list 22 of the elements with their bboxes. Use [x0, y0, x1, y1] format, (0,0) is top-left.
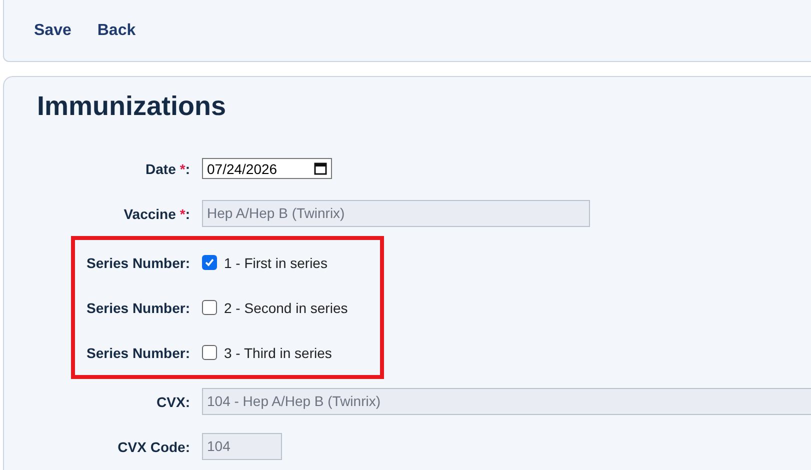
- checkbox-label[interactable]: 2 - Second in series: [224, 300, 348, 316]
- toolbar-button[interactable]: Save: [26, 18, 80, 44]
- checkbox[interactable]: [202, 255, 217, 270]
- checkmark-icon: [204, 257, 215, 268]
- checkbox[interactable]: [202, 345, 217, 360]
- checkbox[interactable]: [202, 300, 217, 315]
- field-label: Vaccine *:: [122, 206, 191, 222]
- field-label: Series Number:: [86, 254, 191, 270]
- page-title: Immunizations: [37, 91, 228, 122]
- toolbar-button[interactable]: Back: [89, 18, 144, 44]
- calendar-icon: [314, 162, 327, 175]
- checkbox-label[interactable]: 3 - Third in series: [224, 344, 332, 360]
- field-label: Series Number:: [86, 300, 191, 316]
- field-label: Date *:: [144, 160, 191, 176]
- text-field[interactable]: Hep A/Hep B (Twinrix): [202, 200, 590, 227]
- field-label: CVX Code:: [116, 438, 191, 454]
- text-field[interactable]: 104 - Hep A/Hep B (Twinrix): [202, 388, 811, 415]
- date-field[interactable]: 07/24/2026: [202, 158, 332, 179]
- field-label: Series Number:: [86, 344, 191, 360]
- checkbox-label[interactable]: 1 - First in series: [224, 254, 328, 270]
- text-field[interactable]: 104: [202, 433, 282, 460]
- field-label: CVX:: [156, 394, 191, 410]
